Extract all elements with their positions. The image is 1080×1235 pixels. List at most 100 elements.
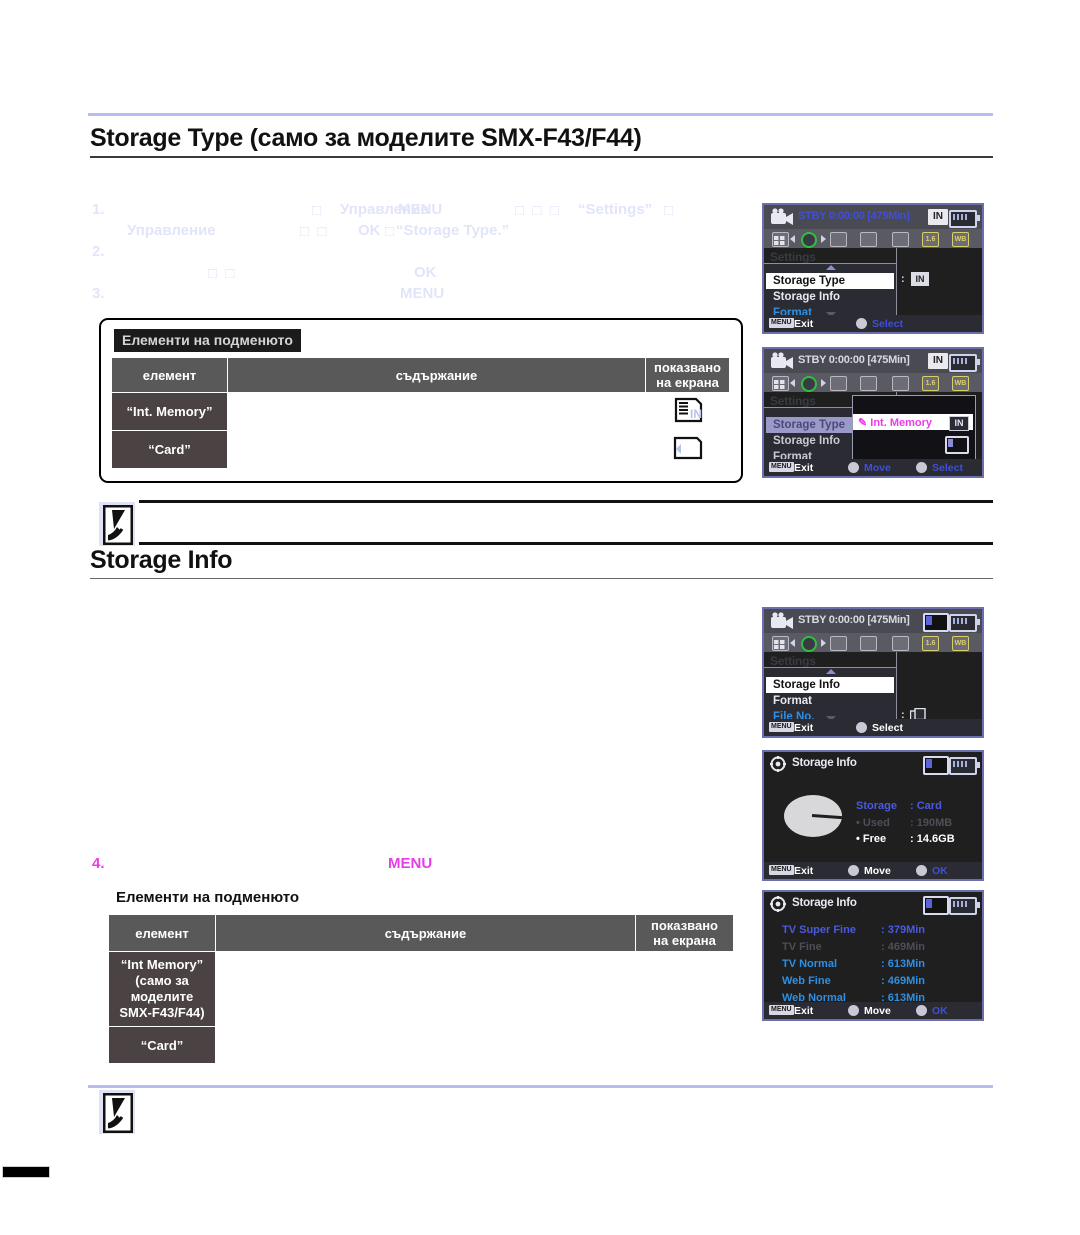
table-header-row: елемент съдържание показвано на екрана — [111, 357, 730, 393]
lcd5-value-tv-super-fine: : 379Min — [881, 924, 926, 936]
row-display-card — [645, 430, 730, 469]
tab-prev-arrow-icon[interactable] — [790, 235, 795, 243]
step-1-glyph: □ — [312, 202, 322, 219]
lcd2-exit-label[interactable]: Exit — [794, 462, 813, 474]
lcd4-exit-label[interactable]: Exit — [794, 865, 813, 877]
page-edge-marker — [2, 1166, 50, 1178]
grid-icon[interactable] — [772, 376, 789, 391]
settings-tab-icon[interactable] — [797, 373, 819, 392]
lcd5-exit-label[interactable]: Exit — [794, 1005, 813, 1017]
lcd4-ok-label[interactable]: OK — [932, 865, 948, 877]
lcd2-select-label[interactable]: Select — [932, 462, 963, 474]
row-item-card-2: “Card” — [108, 1026, 216, 1064]
settings-tab-icon[interactable] — [797, 229, 819, 248]
aperture-icon[interactable]: 1.6 — [922, 376, 939, 391]
page-title-underline — [90, 156, 993, 158]
scroll-up-caret-icon[interactable] — [826, 265, 836, 270]
settings-tab-icon[interactable] — [797, 633, 819, 652]
lcd3-exit-label[interactable]: Exit — [794, 722, 813, 734]
lcd3-settings-title: Settings — [770, 654, 816, 668]
lcd4-row-storage: Storage — [856, 800, 897, 812]
move-dot-icon[interactable] — [848, 865, 859, 876]
page-bottom-rule — [88, 1085, 993, 1088]
lcd1-panel-divider — [764, 263, 896, 264]
lcd3-select-label[interactable]: Select — [872, 722, 903, 734]
aperture-icon[interactable]: 1.6 — [922, 636, 939, 651]
lcd4-move-label[interactable]: Move — [864, 865, 891, 877]
display-icon[interactable] — [892, 232, 909, 247]
move-dot-icon[interactable] — [848, 462, 859, 473]
lcd3-battery-icon — [949, 614, 980, 632]
row-content-int-memory-2 — [215, 951, 636, 1027]
lcd4-used-label: Used — [862, 817, 890, 829]
lcd5-memory-card-badge — [923, 896, 949, 915]
tab-next-arrow-icon[interactable] — [821, 235, 826, 243]
ok-dot-icon[interactable] — [916, 1005, 927, 1016]
aperture-icon[interactable]: 1.6 — [922, 232, 939, 247]
lcd-screen-storage-info-menu: STBY 0:00:00 [475Min] 1.6 WB Settings St… — [762, 607, 984, 738]
lcd5-ok-label[interactable]: OK — [932, 1005, 948, 1017]
lcd4-title: Storage Info — [792, 757, 857, 769]
lcd1-exit-label[interactable]: Exit — [794, 318, 813, 330]
select-dot-icon[interactable] — [916, 462, 927, 473]
playback-icon[interactable] — [860, 232, 877, 247]
ok-dot-icon[interactable] — [856, 318, 867, 329]
grid-icon[interactable] — [772, 232, 789, 247]
lcd2-menu-key[interactable]: MENU — [769, 462, 794, 472]
tab-next-arrow-icon[interactable] — [821, 639, 826, 647]
lcd4-storage-label: Storage — [856, 800, 897, 812]
lcd1-menu-item-storage-info[interactable]: Storage Info — [766, 289, 894, 305]
lcd1-menu-key[interactable]: MENU — [769, 318, 794, 328]
display-icon[interactable] — [892, 376, 909, 391]
gear-icon — [770, 756, 786, 772]
lcd3-menu-item-format[interactable]: Format — [766, 693, 894, 709]
memory-card-icon[interactable] — [945, 436, 969, 454]
playback-icon[interactable] — [860, 376, 877, 391]
lcd2-battery-icon — [949, 354, 980, 372]
lcd4-free-label: Free — [862, 833, 887, 845]
select-dot-icon[interactable] — [856, 722, 867, 733]
ok-dot-icon[interactable] — [916, 865, 927, 876]
white-balance-icon[interactable]: WB — [952, 636, 969, 651]
lcd2-popup-item-label: Int. Memory — [870, 417, 933, 429]
tab-prev-arrow-icon[interactable] — [790, 639, 795, 647]
lcd1-internal-memory-badge: IN — [928, 209, 948, 225]
step-3-menu-key: MENU — [400, 285, 445, 302]
lcd1-remaining: [475Min] — [867, 210, 910, 222]
move-dot-icon[interactable] — [848, 1005, 859, 1016]
header-content: съдържание — [227, 357, 646, 393]
movie-clapper-icon[interactable] — [830, 376, 847, 391]
white-balance-icon[interactable]: WB — [952, 232, 969, 247]
movie-clapper-icon[interactable] — [830, 232, 847, 247]
row-display-card-2 — [635, 1026, 734, 1064]
lcd1-menu-item-storage-type[interactable]: Storage Type — [766, 273, 894, 289]
movie-clapper-icon[interactable] — [830, 636, 847, 651]
row-content-int-memory — [227, 392, 646, 431]
lcd2-move-label[interactable]: Move — [864, 462, 891, 474]
display-icon[interactable] — [892, 636, 909, 651]
lcd3-menu-key[interactable]: MENU — [769, 722, 794, 732]
lcd2-internal-memory-badge: IN — [928, 353, 948, 369]
row-item-line-1: “Int Memory” — [120, 957, 204, 972]
row-display-int-memory: IN — [645, 392, 730, 431]
submenu-top-tag: Елементи на подменюто — [114, 329, 301, 352]
lcd2-remaining: [475Min] — [867, 354, 910, 366]
lcd2-popup-item-int-memory[interactable]: ✎ Int. Memory — [858, 416, 932, 429]
submenu-table-bottom: елемент съдържание показвано на екрана “… — [108, 914, 734, 1064]
lcd5-label-tv-super-fine: TV Super Fine — [782, 924, 856, 936]
lcd3-memory-card-badge — [923, 613, 949, 632]
playback-icon[interactable] — [860, 636, 877, 651]
lcd3-menu-item-storage-info[interactable]: Storage Info — [766, 677, 894, 693]
scroll-up-caret-icon[interactable] — [826, 669, 836, 674]
lcd4-menu-key[interactable]: MENU — [769, 865, 794, 875]
grid-icon[interactable] — [772, 636, 789, 651]
tab-prev-arrow-icon[interactable] — [790, 379, 795, 387]
step-2-number: 2. — [92, 243, 105, 260]
tab-next-arrow-icon[interactable] — [821, 379, 826, 387]
lcd5-move-label[interactable]: Move — [864, 1005, 891, 1017]
white-balance-icon[interactable]: WB — [952, 376, 969, 391]
note-rule-top-1 — [139, 500, 993, 503]
lcd5-menu-key[interactable]: MENU — [769, 1005, 794, 1015]
lcd1-select-label[interactable]: Select — [872, 318, 903, 330]
row-item-line-4: SMX-F43/F44) — [119, 1005, 205, 1020]
